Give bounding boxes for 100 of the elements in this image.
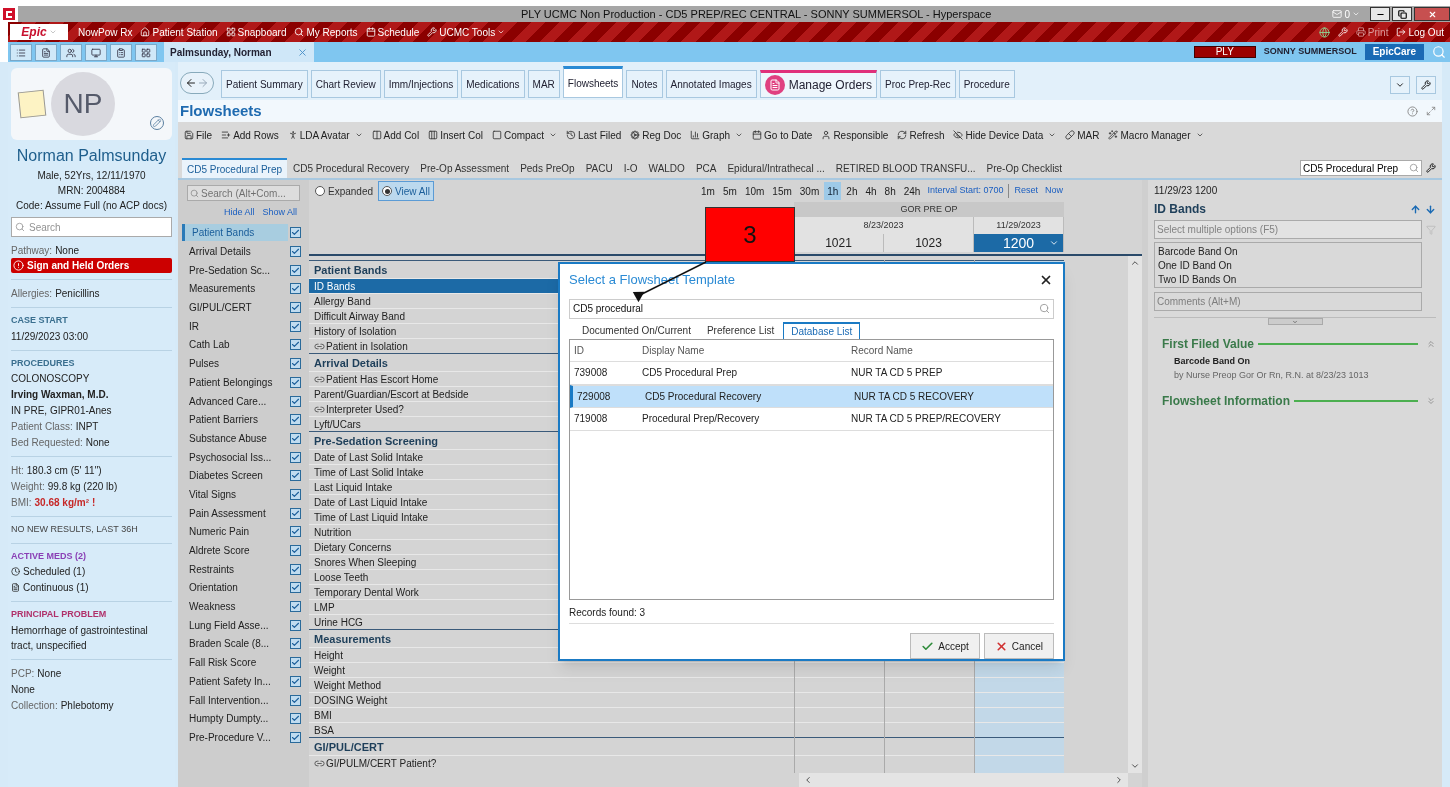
nav-item[interactable]: Pre-Procedure V... [182, 728, 288, 746]
interval-button[interactable]: 4h [862, 182, 880, 200]
activity-tab[interactable]: Procedure [958, 70, 1015, 98]
row-label[interactable]: Weight Method [309, 678, 794, 692]
result-row[interactable]: 739008 CD5 Procedural Prep NUR TA CD 5 PREP [570, 361, 1053, 385]
activity-tab[interactable]: Medications [461, 70, 525, 98]
template-search-field[interactable]: CD5 Procedural Prep [1300, 160, 1422, 176]
nav-item[interactable]: Patient Belongings [182, 373, 288, 391]
med-link[interactable]: Scheduled (1) [23, 564, 86, 579]
template-tab[interactable]: PACU [580, 158, 618, 178]
toolbar-button[interactable]: Refresh [897, 127, 945, 143]
template-tab[interactable]: Pre-Op Assessment [415, 158, 515, 178]
activity-tab[interactable]: Flowsheets [562, 66, 624, 98]
template-tab[interactable]: PCA [690, 158, 722, 178]
dialog-tab[interactable]: Preference List [699, 321, 782, 339]
nav-item[interactable]: Diabetes Screen [182, 467, 288, 485]
toolbar-button[interactable]: LDA Avatar [287, 127, 363, 143]
template-tab[interactable]: Pre-Op Checklist [981, 158, 1068, 178]
reset-link[interactable]: Reset [1014, 184, 1038, 198]
nav-item[interactable]: Numeric Pain [182, 523, 288, 541]
row-label[interactable]: DOSING Weight [309, 693, 794, 707]
patient-name[interactable]: Norman Palmsunday [11, 144, 172, 168]
column-time-header[interactable]: 1200 [974, 234, 1064, 252]
interval-button[interactable]: 15m [769, 182, 795, 200]
nav-item[interactable]: Restraints [182, 560, 288, 578]
option-item[interactable]: Two ID Bands On [1158, 272, 1418, 286]
nav-item[interactable]: Braden Scale (8... [182, 635, 288, 653]
nav-item[interactable]: Patient Bands [182, 224, 288, 242]
show-all-link[interactable]: Show All [262, 206, 297, 220]
nav-item[interactable]: Vital Signs [182, 485, 288, 503]
interval-button[interactable]: 1h [824, 182, 842, 200]
nav-item[interactable]: Measurements [182, 280, 288, 298]
interval-button[interactable]: 2h [843, 182, 861, 200]
nav-item[interactable]: Patient Safety In... [182, 672, 288, 690]
nav-item[interactable]: Psychosocial Iss... [182, 448, 288, 466]
activity-tab[interactable]: Chart Review [310, 70, 381, 98]
now-link[interactable]: Now [1045, 184, 1063, 198]
interval-button[interactable]: 24h [900, 182, 924, 200]
nav-item[interactable]: Advanced Care... [182, 392, 288, 410]
toolbar-button[interactable]: Hide Device Data [953, 127, 1057, 143]
toolbar-button[interactable]: Responsible [821, 127, 889, 143]
interval-button[interactable]: 10m [741, 182, 768, 200]
result-row[interactable]: 729008 CD5 Procedural Recovery NUR TA CD 5 RECOVERY [570, 384, 1053, 408]
section-title[interactable]: GI/PUL/CERT [309, 738, 794, 755]
nav-item[interactable]: GI/PUL/CERT [182, 299, 288, 317]
alert-button[interactable]: Sign and Held Orders [11, 258, 172, 273]
epic-menu-button[interactable]: Epic [10, 24, 68, 40]
row-label[interactable]: BMI [309, 708, 794, 722]
activity-tab[interactable]: Proc Prep-Rec [880, 70, 956, 98]
toolbar-button[interactable]: Graph [690, 127, 743, 143]
nav-item[interactable]: Pulses [182, 355, 288, 373]
menu-item[interactable]: Schedule [365, 24, 420, 40]
activity-tab[interactable]: Manage Orders [759, 70, 878, 98]
option-item[interactable]: One ID Band On [1158, 258, 1418, 272]
toolbar-button[interactable]: File [184, 127, 213, 143]
menu-item[interactable]: NowPow Rx [78, 24, 133, 40]
toolbar-button[interactable]: Macro Manager [1108, 127, 1204, 143]
template-tab[interactable]: Epidural/Intrathecal ... [722, 158, 830, 178]
view-option[interactable]: View All [378, 181, 434, 201]
nav-item[interactable]: Substance Abuse [182, 429, 288, 447]
section-title[interactable]: Flowsheet Information [1162, 392, 1290, 410]
menu-item[interactable]: Log Out [1396, 24, 1444, 40]
activity-tab[interactable]: Imm/Injections [383, 70, 459, 98]
interval-button[interactable]: 8h [881, 182, 899, 200]
view-option[interactable]: Expanded [312, 181, 377, 201]
section-title[interactable]: First Filed Value [1162, 335, 1255, 353]
template-tab[interactable]: Peds PreOp [515, 158, 580, 178]
nav-search-field[interactable]: Search (Alt+Com... [187, 185, 300, 201]
nav-item[interactable]: Orientation [182, 579, 288, 597]
cancel-button[interactable]: Cancel [983, 633, 1054, 659]
toolbar-button[interactable]: Add Col [371, 127, 420, 143]
patient-tab[interactable]: Palmsunday, Norman [164, 42, 314, 62]
nav-item[interactable]: IR [182, 317, 288, 335]
nav-item[interactable]: Arrival Details [182, 243, 288, 261]
template-tab[interactable]: RETIRED BLOOD TRANSFU... [830, 158, 981, 178]
interval-button[interactable]: 1m [698, 182, 718, 200]
menu-item[interactable]: UCMC Tools [427, 24, 506, 40]
dialog-tab[interactable]: Database List [783, 321, 861, 339]
nav-item[interactable]: Patient Barriers [182, 411, 288, 429]
menu-item[interactable]: Snapboard [225, 24, 287, 40]
toolbar-button[interactable]: Go to Date [752, 127, 813, 143]
interval-button[interactable]: 30m [796, 182, 823, 200]
toolbar-button[interactable]: Last Filed [565, 127, 622, 143]
template-tab[interactable]: WALDO [643, 158, 690, 178]
activity-tab[interactable]: MAR [527, 70, 560, 98]
nav-item[interactable]: Cath Lab [182, 336, 288, 354]
row-label[interactable]: BSA [309, 723, 794, 737]
template-search-field[interactable]: CD5 procedural [569, 298, 1054, 319]
med-link[interactable]: Continuous (1) [23, 580, 89, 595]
nav-item[interactable]: Pain Assessment [182, 504, 288, 522]
dialog-tab[interactable]: Documented On/Current [575, 321, 698, 339]
nav-item[interactable]: Weakness [182, 598, 288, 616]
toolbar-button[interactable]: Compact [491, 127, 557, 143]
row-label[interactable]: GI/PULM/CERT Patient? [309, 756, 794, 770]
option-item[interactable]: Barcode Band On [1158, 244, 1418, 258]
column-time-header[interactable]: 1023 [884, 234, 974, 252]
menu-item[interactable]: My Reports [294, 24, 358, 40]
interval-start-link[interactable]: Interval Start: 0700 [927, 184, 1004, 198]
template-tab[interactable]: CD5 Procedural Recovery [288, 158, 415, 178]
activity-tab[interactable]: Annotated Images [665, 70, 757, 98]
